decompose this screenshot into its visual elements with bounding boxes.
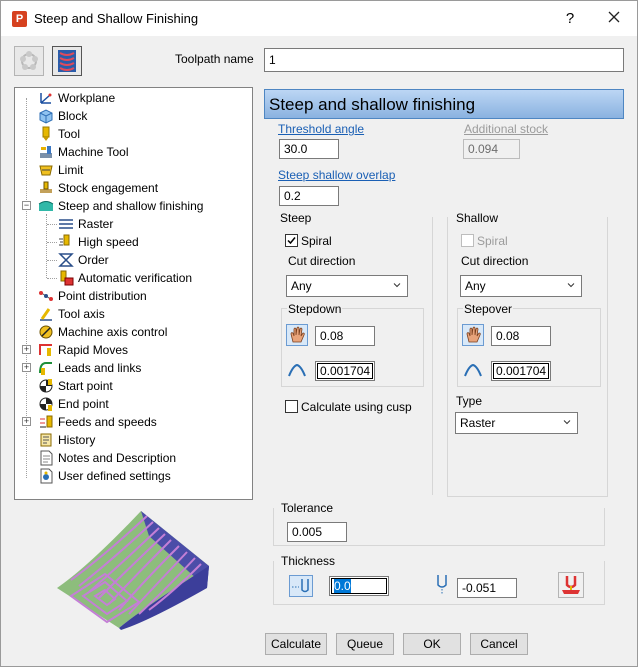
tool-icon <box>42 126 50 141</box>
toolpath-cloud-button[interactable] <box>14 46 44 76</box>
app-logo-icon: P <box>12 11 27 27</box>
shallow-title: Shallow <box>456 211 499 225</box>
axial-thickness-input[interactable]: -0.051 <box>457 578 517 598</box>
page-title: Steep and shallow finishing <box>269 95 476 114</box>
queue-button[interactable]: Queue <box>336 633 394 655</box>
order-icon <box>58 253 74 267</box>
tool-axis-icon <box>40 308 52 321</box>
settings-tree: Workplane Block Tool Machine Tool Limit … <box>14 87 253 500</box>
close-button[interactable] <box>601 7 627 29</box>
leads-links-icon <box>39 362 52 375</box>
steep-cut-direction-label: Cut direction <box>288 254 356 268</box>
hand-icon <box>290 326 305 343</box>
tolerance-title: Tolerance <box>281 501 334 515</box>
chevron-down-icon <box>567 283 575 288</box>
expand-leads-links[interactable]: + <box>22 363 31 372</box>
stepdown-input[interactable]: 0.08 <box>315 326 375 346</box>
expand-rapid-moves[interactable]: + <box>22 345 31 354</box>
title-bar: P Steep and Shallow Finishing ? <box>1 1 637 36</box>
calculate-cusp-label: Calculate using cusp <box>301 400 412 414</box>
radial-thickness-icon <box>292 579 309 593</box>
cancel-button[interactable]: Cancel <box>470 633 528 655</box>
stepover-input[interactable]: 0.08 <box>491 326 551 346</box>
toolpath-preview-button[interactable] <box>52 46 82 76</box>
gear-cluster-icon <box>20 51 38 70</box>
threshold-angle-link[interactable]: Threshold angle <box>278 122 364 136</box>
calculate-cusp-checkbox[interactable] <box>285 400 298 413</box>
tolerance-input[interactable]: 0.005 <box>287 522 347 542</box>
collapse-steep-shallow[interactable]: − <box>22 201 31 210</box>
steep-shallow-icon <box>38 201 54 211</box>
cusp-height-icon <box>288 363 306 377</box>
calculate-button[interactable]: Calculate <box>265 633 327 655</box>
toolpath-name-label: Toolpath name <box>175 52 254 66</box>
raster-icon <box>59 219 73 229</box>
additional-stock-link[interactable]: Additional stock <box>464 122 548 136</box>
type-select[interactable]: Raster <box>455 412 578 434</box>
point-distribution-icon <box>39 291 53 301</box>
threshold-angle-input[interactable]: 30.0 <box>279 139 339 159</box>
shallow-cut-direction-label: Cut direction <box>461 254 529 268</box>
user-settings-icon <box>40 468 53 484</box>
type-label: Type <box>456 394 483 408</box>
start-point-icon <box>39 379 53 393</box>
rapid-moves-icon <box>39 344 52 356</box>
component-thickness-button[interactable] <box>558 572 584 598</box>
chevron-down-icon <box>563 420 571 425</box>
stepdown-cusp-input[interactable]: 0.001704 <box>315 361 375 381</box>
page-header: Steep and shallow finishing <box>264 89 624 119</box>
machine-tool-icon <box>40 146 52 158</box>
tree-connector <box>47 278 57 279</box>
steep-spiral-label: Spiral <box>301 234 332 248</box>
hand-icon <box>466 326 481 343</box>
toolpath-preview-icon <box>58 50 76 72</box>
end-point-icon <box>39 397 53 411</box>
thickness-title: Thickness <box>281 554 336 568</box>
limit-icon <box>39 165 53 176</box>
machine-axis-icon <box>39 325 53 339</box>
steep-title: Steep <box>280 211 312 225</box>
check-icon <box>287 237 296 245</box>
overlap-input[interactable]: 0.2 <box>279 186 339 206</box>
overlap-link[interactable]: Steep shallow overlap <box>278 168 395 182</box>
tree-connector <box>47 260 57 261</box>
shallow-spiral-checkbox[interactable] <box>461 234 474 247</box>
chevron-down-icon <box>393 283 401 288</box>
model-preview <box>57 511 209 630</box>
expand-feeds-speeds[interactable]: + <box>22 417 31 426</box>
stepover-mode-button[interactable] <box>462 324 484 346</box>
ok-button[interactable]: OK <box>403 633 461 655</box>
workplane-icon <box>40 93 52 104</box>
tree-connector <box>47 242 57 243</box>
thickness-link-button[interactable] <box>289 575 313 597</box>
window-title: Steep and Shallow Finishing <box>34 11 199 26</box>
feeds-speeds-icon <box>40 415 53 428</box>
verification-icon <box>60 270 74 286</box>
high-speed-icon <box>59 234 70 246</box>
notes-icon <box>40 450 53 466</box>
shallow-cut-direction-select[interactable]: Any <box>460 275 582 297</box>
shallow-spiral-label: Spiral <box>477 234 508 248</box>
block-icon <box>39 109 53 124</box>
toolpath-name-input[interactable]: 1 <box>264 48 624 72</box>
cusp-height-icon <box>464 363 482 377</box>
component-thickness-icon <box>562 576 580 594</box>
close-icon <box>608 11 620 23</box>
stepdown-mode-button[interactable] <box>286 324 308 346</box>
axial-thickness-icon <box>437 575 447 594</box>
stepdown-title: Stepdown <box>287 302 343 316</box>
steep-cut-direction-select[interactable]: Any <box>286 275 408 297</box>
help-button[interactable]: ? <box>559 9 581 29</box>
radial-thickness-input[interactable]: 0.0 <box>329 576 389 596</box>
additional-stock-input[interactable]: 0.094 <box>463 139 520 159</box>
stock-engagement-icon <box>40 181 52 193</box>
dialog-window: P Steep and Shallow Finishing ? Toolpath… <box>0 0 638 667</box>
stepover-title: Stepover <box>463 302 514 316</box>
stepover-cusp-input[interactable]: 0.001704 <box>491 361 551 381</box>
history-icon <box>40 433 52 447</box>
steep-spiral-checkbox[interactable] <box>285 234 298 247</box>
tree-connector <box>47 224 57 225</box>
